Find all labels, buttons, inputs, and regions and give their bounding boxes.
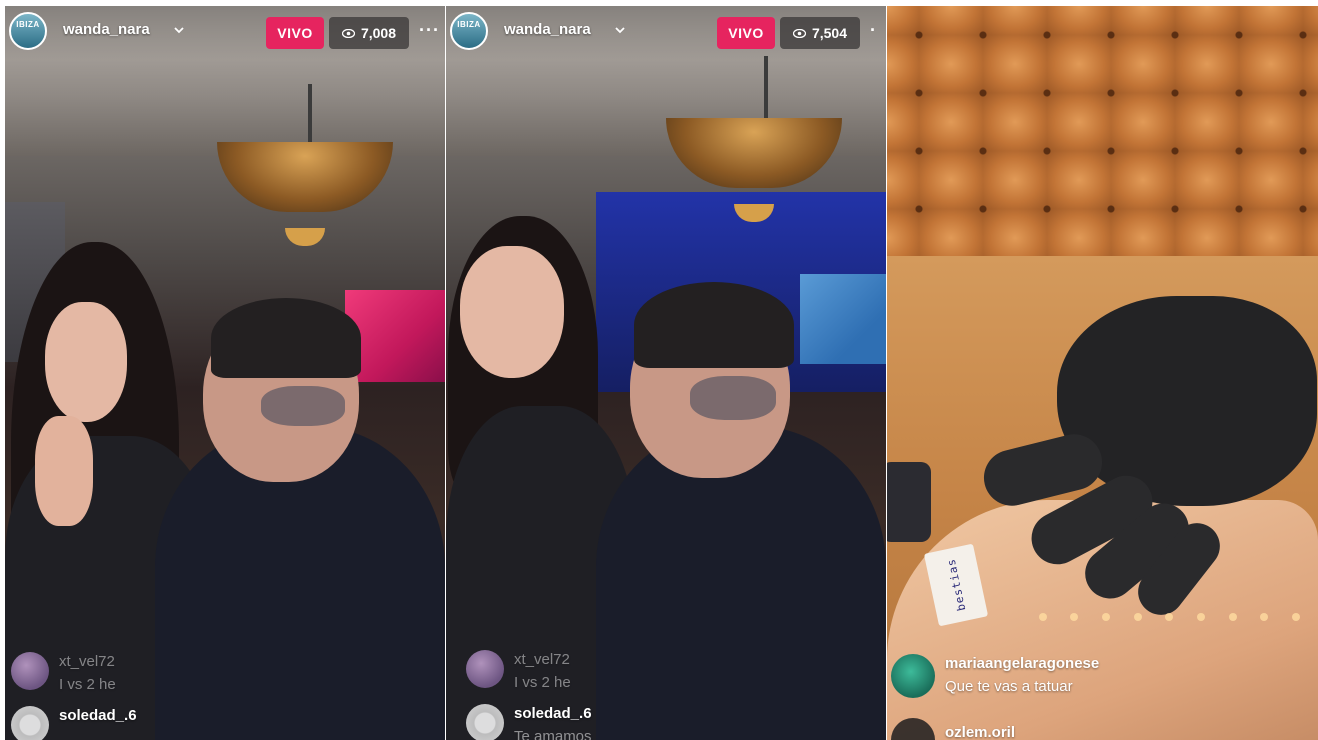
live-header: IBIZA wanda_nara VIVO 7,008 ··· xyxy=(5,6,445,60)
live-badge: VIVO xyxy=(266,17,324,49)
live-header: IBIZA wanda_nara VIVO 7,504 · xyxy=(446,6,886,60)
viewer-count: 7,008 xyxy=(360,25,397,41)
comment: ozlem.oril xyxy=(891,718,1015,740)
streamer-avatar[interactable]: IBIZA xyxy=(450,12,488,50)
eye-icon xyxy=(792,28,806,38)
comment: soledad_.6 Te amamos xyxy=(466,704,592,740)
comment-username[interactable]: ozlem.oril xyxy=(945,724,1015,740)
comment-username[interactable]: mariaangelaragonese xyxy=(945,655,1099,672)
neck-tattoo xyxy=(261,386,345,426)
viewer-count: 7,504 xyxy=(811,25,848,41)
viewer-count-pill[interactable]: 7,008 xyxy=(329,17,409,49)
reaction-dot xyxy=(1070,613,1079,621)
chandelier xyxy=(666,118,842,188)
chandelier-drop xyxy=(285,228,325,246)
avatar-label: IBIZA xyxy=(457,20,481,29)
reaction-dot xyxy=(1102,613,1111,621)
video-frame xyxy=(446,6,886,740)
woman-face xyxy=(460,246,564,378)
reaction-dots xyxy=(1027,610,1312,624)
chandelier-rod xyxy=(764,56,768,120)
woman-face xyxy=(45,302,127,422)
comment: mariaangelaragonese Que te vas a tatuar xyxy=(891,654,1099,698)
reaction-dot xyxy=(1228,613,1237,621)
streamer-username[interactable]: wanda_nara xyxy=(504,21,591,38)
commenter-avatar[interactable] xyxy=(891,718,935,740)
man-hair xyxy=(211,298,361,378)
comment-username[interactable]: xt_vel72 xyxy=(59,653,116,670)
commenter-avatar[interactable] xyxy=(466,704,504,740)
reaction-dot xyxy=(1197,613,1206,621)
more-options-icon[interactable]: · xyxy=(870,20,877,41)
live-badge: VIVO xyxy=(717,17,775,49)
commenter-avatar[interactable] xyxy=(11,706,49,740)
man-hair xyxy=(634,282,794,368)
sleeve xyxy=(887,462,931,542)
streamer-username[interactable]: wanda_nara xyxy=(63,21,150,38)
neck-tattoo xyxy=(690,376,776,420)
comment: xt_vel72 I vs 2 he xyxy=(11,652,116,693)
comment-text: Que te vas a tatuar xyxy=(945,678,1073,695)
reaction-dot xyxy=(1165,613,1174,621)
eye-icon xyxy=(341,28,355,38)
video-frame xyxy=(5,6,445,740)
comment-username[interactable]: xt_vel72 xyxy=(514,651,571,668)
comment-username[interactable]: soledad_.6 xyxy=(514,705,592,722)
more-options-icon[interactable]: ··· xyxy=(419,20,440,41)
reaction-dot xyxy=(1292,613,1301,621)
live-panel-1: IBIZA wanda_nara VIVO 7,008 ··· xt_vel72… xyxy=(5,6,445,740)
chandelier-rod xyxy=(308,84,312,142)
reaction-dot xyxy=(1260,613,1269,621)
chevron-down-icon[interactable] xyxy=(173,24,185,36)
video-frame: bestias xyxy=(887,6,1318,740)
viewer-count-pill[interactable]: 7,504 xyxy=(780,17,860,49)
comment-text: I vs 2 he xyxy=(514,674,571,691)
commenter-avatar[interactable] xyxy=(466,650,504,688)
chandelier xyxy=(217,142,393,212)
comment-text: I vs 2 he xyxy=(59,676,116,693)
commenter-avatar[interactable] xyxy=(11,652,49,690)
live-panel-3: bestias mariaangelaragonese Que te vas a… xyxy=(887,6,1318,740)
avatar-label: IBIZA xyxy=(16,20,40,29)
commenter-avatar[interactable] xyxy=(891,654,935,698)
stencil-text: bestias xyxy=(944,557,968,613)
live-panel-2: IBIZA wanda_nara VIVO 7,504 · xt_vel72 I… xyxy=(446,6,886,740)
comment: xt_vel72 I vs 2 he xyxy=(466,650,571,691)
comment-username[interactable]: soledad_.6 xyxy=(59,707,137,724)
woman-hand xyxy=(35,416,93,526)
comment: soledad_.6 xyxy=(11,706,137,740)
reaction-dot xyxy=(1038,613,1047,621)
comment-text: Te amamos xyxy=(514,728,592,740)
tv-screen xyxy=(800,274,886,364)
streamer-avatar[interactable]: IBIZA xyxy=(9,12,47,50)
chevron-down-icon[interactable] xyxy=(614,24,626,36)
reaction-dot xyxy=(1133,613,1142,621)
